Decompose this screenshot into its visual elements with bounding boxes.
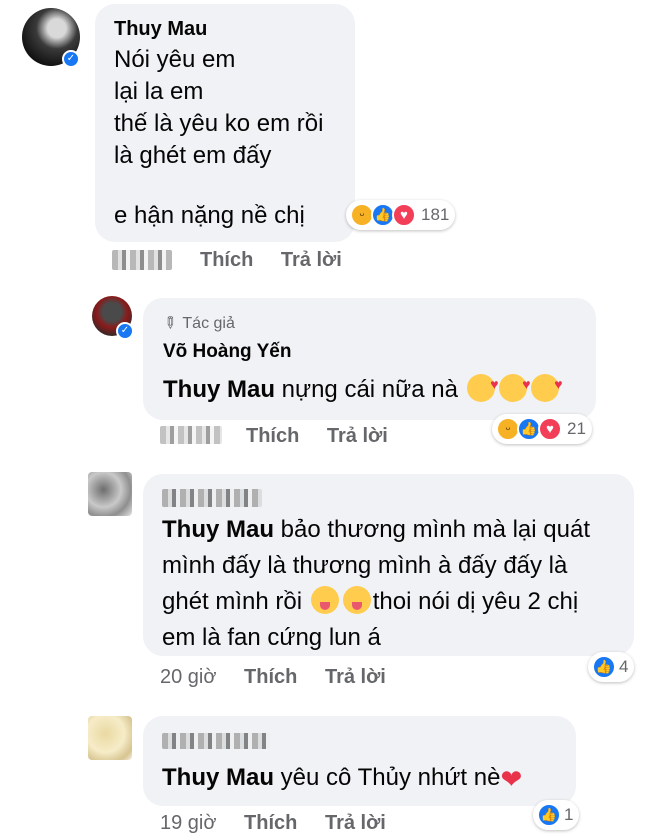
comment-text-line: e hận nặng nề chị: [114, 202, 305, 229]
author-badge: ✎ Tác giả: [158, 312, 235, 335]
like-button[interactable]: Thích: [244, 812, 297, 834]
reply-button[interactable]: Trả lời: [325, 666, 386, 688]
heart-emoji-icon: ❤: [500, 764, 523, 794]
comment-text-line: Thuy Mau bảo thương mình mà lại quát: [162, 516, 590, 543]
comment-actions: Thích Trả lời: [178, 249, 342, 272]
love-reaction-icon: ♥: [392, 203, 416, 227]
comment-time[interactable]: 19 giờ: [160, 812, 216, 834]
reaction-count: 21: [567, 419, 586, 438]
comment-author-name[interactable]: Thuy Mau: [114, 18, 207, 41]
comment-text-line: lại la em: [114, 78, 204, 105]
like-button[interactable]: Thích: [200, 249, 253, 271]
comment-time[interactable]: 20 giờ: [160, 666, 216, 688]
like-button[interactable]: Thích: [246, 425, 299, 447]
tongue-emoji-icon: [342, 586, 371, 614]
reaction-summary[interactable]: ᵕ 👍 ♥ 21: [492, 414, 592, 444]
tongue-emoji-icon: [310, 586, 339, 614]
mention-link[interactable]: Thuy Mau: [162, 764, 274, 791]
avatar-blurred[interactable]: [88, 716, 132, 760]
comment-actions: 19 giờ Thích Trả lời: [160, 812, 386, 835]
kiss-emoji-icon: [530, 368, 563, 402]
like-button[interactable]: Thích: [244, 666, 297, 688]
reaction-summary[interactable]: 👍 4: [588, 652, 635, 682]
reaction-summary[interactable]: ᵕ 👍 ♥ 181: [346, 200, 456, 230]
mention-link[interactable]: Thuy Mau: [163, 376, 275, 403]
kiss-emoji-icon: [466, 368, 499, 402]
comment-text-line: em là fan cứng lun á: [162, 624, 381, 651]
comment-actions: Thích Trả lời: [224, 425, 388, 448]
comment-text: Thuy Mau nựng cái nữa nà: [163, 368, 563, 406]
comment-time-blurred: [112, 250, 172, 270]
like-reaction-icon: 👍: [592, 655, 616, 679]
reply-button[interactable]: Trả lời: [327, 425, 388, 447]
author-name-blurred: [162, 733, 270, 749]
reply-button[interactable]: Trả lời: [281, 249, 342, 271]
comment-text-line: mình đấy là thương mình à đấy đấy là: [162, 552, 568, 579]
mention-link[interactable]: Thuy Mau: [162, 516, 274, 543]
comment-text-line: là ghét em đấy: [114, 142, 272, 169]
comment-text-line: ghét mình rồi thoi nói dị yêu 2 chị: [162, 586, 579, 615]
comment-actions: 20 giờ Thích Trả lời: [160, 666, 386, 689]
comment-text: Thuy Mau yêu cô Thủy nhứt nè❤: [162, 764, 523, 794]
comment-text-line: Nói yêu em: [114, 46, 236, 73]
author-name-blurred: [162, 489, 262, 507]
like-reaction-icon: 👍: [537, 803, 561, 827]
reaction-summary[interactable]: 👍 1: [533, 800, 580, 830]
comment-text-line: thế là yêu ko em rồi: [114, 110, 324, 137]
kiss-emoji-icon: [498, 368, 531, 402]
reply-button[interactable]: Trả lời: [325, 812, 386, 834]
love-reaction-icon: ♥: [538, 417, 562, 441]
verified-badge-icon: ✓: [62, 50, 80, 68]
reaction-count: 1: [564, 805, 574, 824]
avatar-blurred[interactable]: [88, 472, 132, 516]
comment-author-name[interactable]: Võ Hoàng Yến: [163, 341, 291, 363]
comment-time-blurred: [160, 426, 222, 444]
reaction-count: 4: [619, 657, 629, 676]
reaction-count: 181: [421, 205, 450, 224]
verified-badge-icon: ✓: [116, 322, 134, 340]
